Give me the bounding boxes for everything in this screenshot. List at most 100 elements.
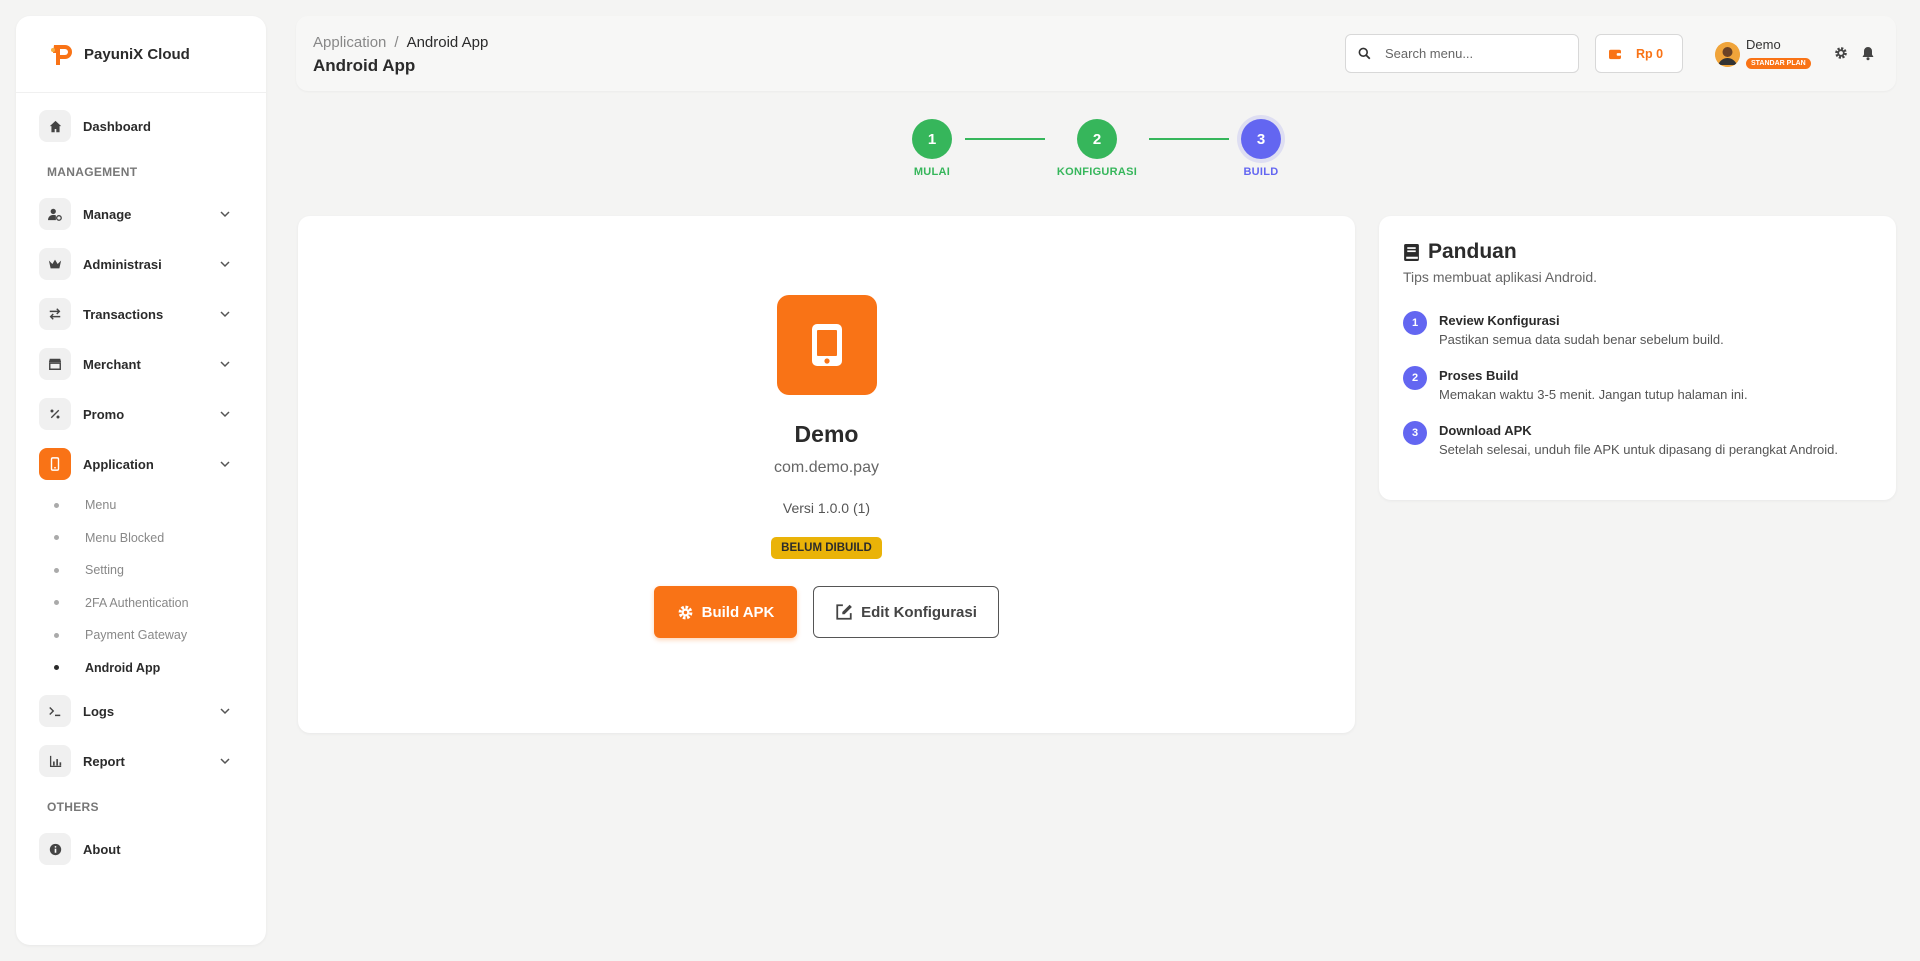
chevron-down-icon — [220, 461, 230, 468]
sidebar-subitem-android-app[interactable]: Android App — [16, 652, 266, 685]
sidebar-nav: Dashboard MANAGEMENT Manage Administrasi… — [16, 93, 266, 874]
search-icon — [1358, 47, 1371, 60]
bullet-icon — [54, 600, 59, 606]
sidebar-subitem-menu-blocked[interactable]: Menu Blocked — [16, 522, 266, 555]
gear-icon[interactable] — [1833, 45, 1849, 61]
sidebar-item-about[interactable]: About — [16, 824, 266, 874]
sidebar-subitem-setting[interactable]: Setting — [16, 554, 266, 587]
crown-icon — [39, 248, 71, 280]
sidebar-item-merchant[interactable]: Merchant — [16, 339, 266, 389]
bell-icon[interactable] — [1860, 45, 1876, 61]
bullet-icon — [54, 502, 59, 508]
step-number: 2 — [1077, 119, 1117, 159]
subitem-label: Android App — [85, 660, 161, 675]
bar-chart-icon — [39, 745, 71, 777]
sidebar-item-label: Application — [83, 456, 154, 472]
sidebar-item-label: Administrasi — [83, 256, 162, 272]
section-title-management: MANAGEMENT — [47, 165, 138, 179]
guide-step-desc: Setelah selesai, unduh file APK untuk di… — [1439, 442, 1838, 457]
app-name: Demo — [794, 421, 859, 447]
stepper-connector — [965, 138, 1045, 140]
subitem-label: 2FA Authentication — [85, 595, 189, 610]
sidebar-item-label: Transactions — [83, 306, 164, 322]
info-icon — [39, 833, 71, 865]
sidebar-item-promo[interactable]: Promo — [16, 389, 266, 439]
guide-subtitle: Tips membuat aplikasi Android. — [1403, 269, 1598, 285]
user-info: Demo STANDAR PLAN — [1746, 38, 1811, 70]
sidebar-item-report[interactable]: Report — [16, 736, 266, 786]
top-header: Application / Android App Android App Rp… — [296, 16, 1896, 91]
balance-button[interactable]: Rp 0 — [1595, 34, 1683, 73]
guide-step-desc: Pastikan semua data sudah benar sebelum … — [1439, 332, 1724, 347]
guide-title: Panduan — [1403, 240, 1517, 264]
brand-name: PayuniX Cloud — [84, 45, 190, 63]
sidebar-item-manage[interactable]: Manage — [16, 189, 266, 239]
avatar — [1715, 41, 1740, 67]
step-konfigurasi: 2 KONFIGURASI — [1050, 119, 1144, 178]
guide-step-number: 1 — [1403, 311, 1427, 335]
breadcrumb-item-current: Android App — [406, 34, 489, 51]
guide-card: Panduan Tips membuat aplikasi Android. 1… — [1379, 216, 1896, 500]
home-icon — [39, 110, 71, 142]
step-label: KONFIGURASI — [1056, 166, 1138, 178]
user-gear-icon — [39, 198, 71, 230]
sidebar-item-administrasi[interactable]: Administrasi — [16, 239, 266, 289]
stepper-connector — [1149, 138, 1229, 140]
search-box[interactable] — [1345, 34, 1579, 73]
guide-step: 3 Download APK Setelah selesai, unduh fi… — [1403, 421, 1838, 457]
balance-value: Rp 0 — [1636, 46, 1664, 61]
chevron-down-icon — [220, 411, 230, 418]
app-package: com.demo.pay — [774, 459, 879, 476]
bullet-icon — [54, 535, 59, 541]
sidebar-subitem-2fa[interactable]: 2FA Authentication — [16, 587, 266, 620]
cog-icon — [678, 605, 693, 619]
sidebar-subitem-payment-gateway[interactable]: Payment Gateway — [16, 619, 266, 652]
brand[interactable]: PayuniX Cloud — [16, 16, 266, 93]
percent-icon — [39, 398, 71, 430]
sidebar-item-logs[interactable]: Logs — [16, 686, 266, 736]
search-input[interactable] — [1385, 46, 1555, 61]
sidebar-item-label: Merchant — [83, 356, 141, 372]
mobile-phone-icon — [812, 324, 842, 366]
guide-step-number: 3 — [1403, 421, 1427, 445]
edit-config-label: Edit Konfigurasi — [861, 603, 977, 621]
build-apk-button[interactable]: Build APK — [654, 586, 797, 638]
user-menu[interactable]: Demo STANDAR PLAN — [1715, 38, 1811, 70]
plan-badge: STANDAR PLAN — [1746, 58, 1811, 69]
bullet-icon — [54, 632, 59, 638]
mobile-icon — [39, 448, 71, 480]
section-title-others: OTHERS — [47, 800, 99, 814]
bullet-icon — [54, 567, 59, 573]
guide-step-title: Proses Build — [1439, 368, 1519, 383]
chevron-down-icon — [220, 361, 230, 368]
step-build: 3 BUILD — [1234, 119, 1288, 178]
breadcrumb-item-application[interactable]: Application — [313, 34, 386, 51]
step-number: 1 — [912, 119, 952, 159]
sidebar-item-label: Promo — [83, 406, 125, 422]
sidebar-item-label: Report — [83, 753, 125, 769]
sidebar-item-transactions[interactable]: Transactions — [16, 289, 266, 339]
arrows-exchange-icon — [39, 298, 71, 330]
app-version: Versi 1.0.0 (1) — [782, 500, 871, 516]
user-name: Demo — [1746, 37, 1781, 52]
sidebar-item-label: About — [83, 841, 121, 857]
chevron-down-icon — [220, 311, 230, 318]
app-icon — [777, 295, 877, 395]
sidebar-item-dashboard[interactable]: Dashboard — [16, 101, 266, 151]
terminal-icon — [39, 695, 71, 727]
sidebar-subitem-menu[interactable]: Menu — [16, 489, 266, 522]
sidebar: PayuniX Cloud Dashboard MANAGEMENT Manag… — [16, 16, 266, 945]
bullet-icon — [54, 665, 59, 671]
sidebar-item-application[interactable]: Application — [16, 439, 266, 489]
edit-config-button[interactable]: Edit Konfigurasi — [813, 586, 999, 638]
guide-step-desc: Memakan waktu 3-5 menit. Jangan tutup ha… — [1439, 387, 1748, 402]
step-label: BUILD — [1243, 166, 1279, 178]
guide-step-number: 2 — [1403, 366, 1427, 390]
subitem-label: Payment Gateway — [85, 628, 188, 643]
status-badge-wrap: BELUM DIBUILD — [298, 537, 1355, 559]
subitem-label: Menu Blocked — [85, 530, 165, 545]
build-apk-label: Build APK — [701, 603, 775, 621]
breadcrumb: Application / Android App — [313, 34, 488, 51]
guide-step: 1 Review Konfigurasi Pastikan semua data… — [1403, 311, 1724, 347]
sidebar-item-label: Logs — [83, 703, 115, 719]
